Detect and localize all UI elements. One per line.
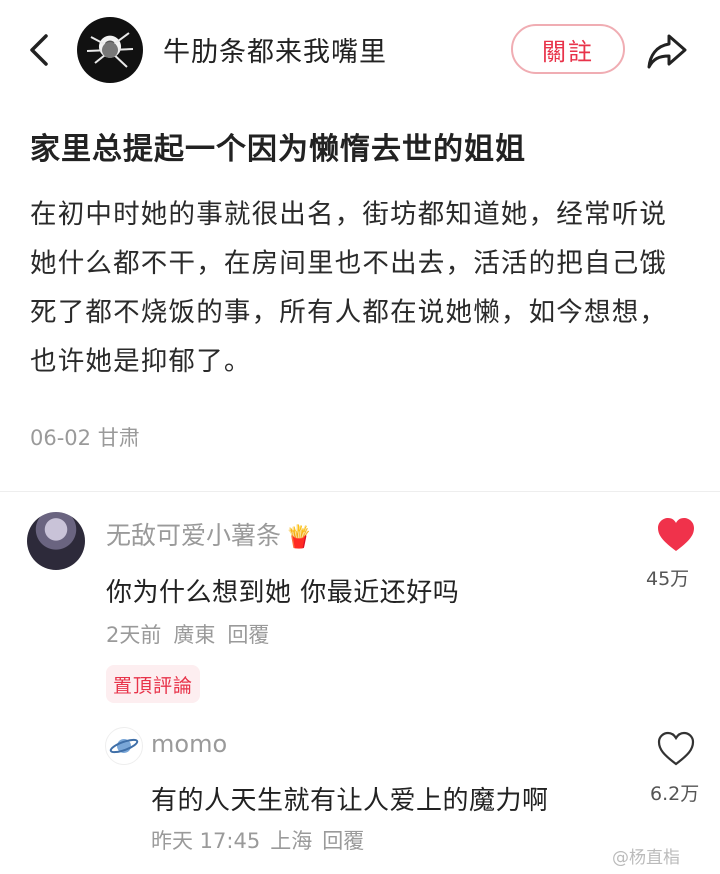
share-icon[interactable] (645, 30, 689, 72)
heart-outline-icon[interactable] (656, 731, 696, 767)
author-avatar-art (86, 32, 134, 68)
comment-like-count: 45万 (646, 568, 690, 590)
post-body-line: 在初中时她的事就很出名，街坊都知道她，经常听说 (30, 199, 668, 230)
comment-author[interactable]: 无敌可爱小薯条 🍟 (106, 516, 312, 552)
author-avatar[interactable] (77, 17, 143, 83)
fries-emoji-icon: 🍟 (285, 525, 313, 550)
author-name[interactable]: 牛肋条都来我嘴里 (163, 30, 387, 69)
post-body: 在初中时她的事就很出名，街坊都知道她，经常听说 她什么都不干，在房间里也不出去，… (30, 190, 690, 386)
reply-meta: 昨天 17:45 上海 回覆 (151, 825, 374, 855)
saturn-avatar-icon (109, 738, 139, 754)
comment-meta: 2天前 廣東 回覆 (106, 619, 281, 649)
post-body-line: 也许她是抑郁了。 (30, 346, 252, 377)
back-arrow-icon[interactable] (22, 30, 58, 70)
commenter-avatar[interactable] (27, 512, 85, 570)
reply-like-count: 6.2万 (650, 783, 700, 805)
post-title: 家里总提起一个因为懒惰去世的姐姐 (30, 132, 526, 167)
reply-location: 上海 (270, 829, 313, 853)
comment-reply-button[interactable]: 回覆 (227, 623, 269, 647)
post-header: 牛肋条都来我嘴里 關註 (0, 0, 720, 100)
reply-author[interactable]: momo (151, 730, 227, 758)
section-divider (0, 491, 720, 492)
reply-avatar[interactable] (105, 727, 143, 765)
comment-location: 廣東 (173, 623, 216, 647)
comment-text[interactable]: 你为什么想到她 你最近还好吗 (106, 572, 459, 609)
reply-reply-button[interactable]: 回覆 (322, 829, 364, 853)
pinned-comment-badge: 置頂評論 (106, 665, 200, 703)
heart-filled-icon[interactable] (656, 517, 696, 553)
post-body-line: 死了都不烧饭的事，所有人都在说她懒，如今想想， (30, 297, 668, 328)
comment-author-name: 无敌可爱小薯条 (106, 521, 282, 550)
comment-time: 2天前 (106, 623, 162, 647)
follow-button[interactable]: 關註 (511, 24, 625, 74)
watermark: @杨直栺 (612, 848, 680, 868)
post-body-line: 她什么都不干，在房间里也不出去，活活的把自己饿 (30, 248, 668, 279)
post-date-location: 06-02 甘肃 (30, 426, 140, 450)
reply-text[interactable]: 有的人天生就有让人爱上的魔力啊 (151, 780, 549, 817)
reply-time: 昨天 17:45 (151, 829, 261, 853)
